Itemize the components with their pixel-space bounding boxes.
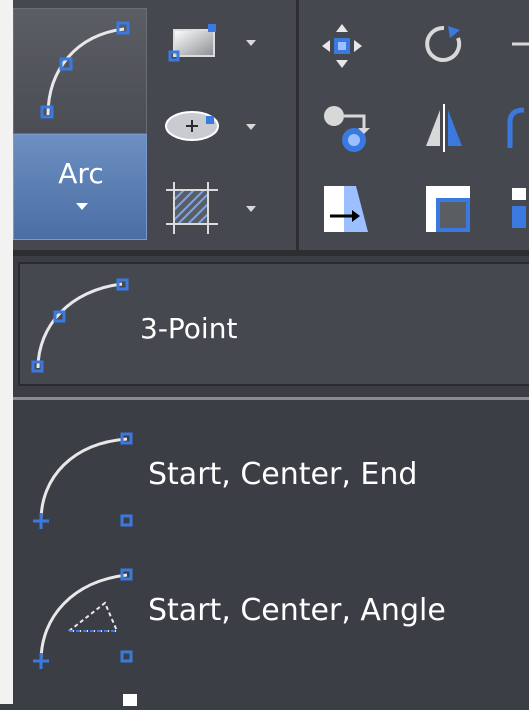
fillet-icon (506, 104, 529, 152)
stretch-icon[interactable] (318, 180, 374, 238)
menu-item-start-center-angle[interactable]: Start, Center, Angle (13, 555, 529, 675)
mirror-icon[interactable] (420, 100, 468, 156)
menu-item-label: 3-Point (140, 312, 238, 345)
rectangle-icon (164, 18, 220, 64)
chevron-down-icon (246, 40, 256, 46)
menu-divider (13, 397, 529, 400)
dropdown-top-border (13, 250, 529, 256)
arc-dropdown-trigger[interactable]: Arc (13, 134, 147, 240)
rotate-icon[interactable] (420, 20, 468, 72)
arc-3point-icon (26, 15, 136, 127)
hatch-button[interactable] (160, 176, 270, 236)
ellipse-icon (160, 102, 224, 148)
menu-item-3-point[interactable]: 3-Point (18, 262, 529, 386)
copy-icon[interactable] (318, 100, 374, 156)
left-edge-strip (0, 0, 13, 704)
chevron-down-icon (246, 206, 256, 212)
scale-icon[interactable] (420, 180, 476, 238)
menu-item-label: Start, Center, Angle (148, 593, 446, 628)
partial-icon (123, 694, 137, 706)
menu-item-partial[interactable] (13, 690, 529, 710)
move-icon[interactable] (318, 20, 366, 72)
hatch-icon (162, 178, 222, 238)
chevron-down-icon (76, 203, 88, 210)
chevron-down-icon (246, 124, 256, 130)
ellipse-button[interactable] (160, 96, 270, 156)
arc-start-center-end-icon (27, 425, 137, 535)
arc-split-button[interactable]: Arc (13, 8, 147, 240)
menu-item-start-center-end[interactable]: Start, Center, End (13, 415, 529, 535)
menu-item-label: Start, Center, End (148, 457, 418, 492)
more-tools-icon (508, 34, 529, 54)
rectangle-button[interactable] (160, 14, 270, 74)
arc-start-center-angle-icon (27, 561, 137, 673)
arc-dropdown-menu: 3-Point Start, Center, End Start, Center… (13, 250, 529, 706)
array-icon (508, 184, 529, 234)
ribbon-separator (296, 0, 299, 250)
arc-3point-icon (30, 276, 130, 376)
arc-button-label: Arc (58, 157, 104, 190)
arc-button-top[interactable] (13, 8, 147, 134)
